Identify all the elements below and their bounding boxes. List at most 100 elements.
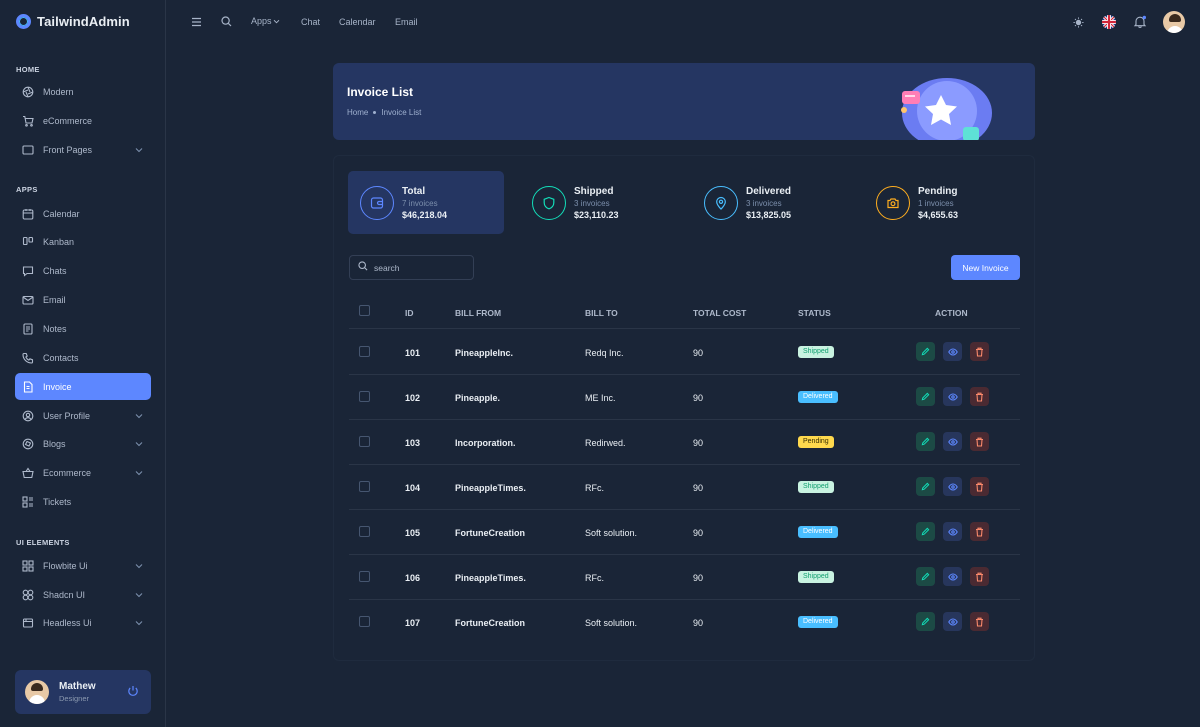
sun-icon[interactable] [1073, 17, 1084, 31]
view-button[interactable] [943, 477, 962, 496]
cell-bill-from: Incorporation. [455, 438, 516, 448]
search-icon[interactable] [221, 16, 232, 30]
topbar-avatar[interactable] [1163, 11, 1185, 33]
stat-shipped[interactable]: Shipped 3 invoices $23,110.23 [520, 171, 676, 234]
edit-button[interactable] [916, 567, 935, 586]
topbar-apps-link[interactable]: Apps [251, 16, 280, 26]
topbar-calendar-link[interactable]: Calendar [339, 17, 376, 27]
bell-icon[interactable] [1133, 15, 1147, 32]
sidebar-item-blogs[interactable]: Blogs [15, 430, 151, 457]
edit-button[interactable] [916, 387, 935, 406]
row-checkbox[interactable] [359, 571, 370, 582]
cell-total-cost: 90 [693, 393, 704, 403]
sidebar-item-kanban[interactable]: Kanban [15, 228, 151, 255]
logo[interactable]: TailwindAdmin [16, 14, 130, 29]
cell-bill-from: PineappleTimes. [455, 573, 526, 583]
delete-button[interactable] [970, 432, 989, 451]
sidebar-item-notes[interactable]: Notes [15, 315, 151, 342]
blog-icon [22, 438, 34, 450]
uk-flag-icon[interactable] [1102, 15, 1116, 32]
column-header-total-cost[interactable]: TOTAL COST [693, 308, 746, 318]
column-header-bill-from[interactable]: BILL FROM [455, 308, 501, 318]
stat-title: Pending [918, 185, 958, 197]
stat-title: Shipped [574, 185, 614, 197]
sidebar-item-label: Contacts [43, 352, 79, 363]
view-button[interactable] [943, 342, 962, 361]
column-header-status[interactable]: STATUS [798, 308, 831, 318]
view-button[interactable] [943, 522, 962, 541]
user-profile-card[interactable]: Mathew Designer [15, 670, 151, 714]
breadcrumb-home[interactable]: Home [347, 108, 368, 117]
delete-button[interactable] [970, 387, 989, 406]
window-icon [22, 144, 34, 156]
column-header-bill-to[interactable]: BILL TO [585, 308, 618, 318]
menu-icon[interactable] [191, 17, 202, 30]
table-row[interactable]: 107 FortuneCreation Soft solution. 90 Delive… [349, 600, 1020, 645]
sidebar-item-ecommerce-apps[interactable]: Ecommerce [15, 459, 151, 486]
row-checkbox[interactable] [359, 481, 370, 492]
cell-bill-to: ME Inc. [585, 393, 616, 403]
edit-button[interactable] [916, 477, 935, 496]
delete-button[interactable] [970, 342, 989, 361]
cell-id: 102 [405, 393, 421, 403]
user-icon [22, 410, 34, 422]
edit-button[interactable] [916, 432, 935, 451]
sidebar-item-modern[interactable]: Modern [15, 78, 151, 105]
table-row[interactable]: 105 FortuneCreation Soft solution. 90 Delive… [349, 510, 1020, 555]
sidebar-item-user-profile[interactable]: User Profile [15, 402, 151, 429]
sidebar-item-ecommerce[interactable]: eCommerce [15, 107, 151, 134]
sidebar-item-headless-ui[interactable]: Headless Ui [15, 609, 151, 636]
view-button[interactable] [943, 567, 962, 586]
sidebar-item-invoice[interactable]: Invoice [15, 373, 151, 400]
new-invoice-button[interactable]: New Invoice [951, 255, 1020, 280]
pencil-icon [921, 347, 930, 356]
topbar-chat-link[interactable]: Chat [301, 17, 320, 27]
sidebar-item-flowbite-ui[interactable]: Flowbite Ui [15, 552, 151, 579]
delete-button[interactable] [970, 612, 989, 631]
sidebar-item-front-pages[interactable]: Front Pages [15, 136, 151, 163]
pencil-icon [921, 392, 930, 401]
sidebar-item-tickets[interactable]: Tickets [15, 488, 151, 515]
pin-icon [704, 185, 738, 220]
status-badge: Pending [798, 436, 834, 448]
stat-pending[interactable]: Pending 1 invoices $4,655.63 [864, 171, 1020, 234]
table-row[interactable]: 106 PineappleTimes. RFc. 90 Shipped [349, 555, 1020, 600]
sidebar-item-email[interactable]: Email [15, 286, 151, 313]
table-row[interactable]: 104 PineappleTimes. RFc. 90 Shipped [349, 465, 1020, 510]
view-button[interactable] [943, 387, 962, 406]
sidebar-item-label: Kanban [43, 236, 75, 247]
search-input[interactable] [374, 262, 464, 273]
mail-icon [22, 294, 34, 306]
sidebar-item-shadcn-ui[interactable]: Shadcn UI [15, 581, 151, 608]
row-checkbox[interactable] [359, 391, 370, 402]
delete-button[interactable] [970, 567, 989, 586]
power-icon[interactable] [127, 685, 139, 700]
row-checkbox[interactable] [359, 526, 370, 537]
edit-button[interactable] [916, 342, 935, 361]
cell-id: 103 [405, 438, 421, 448]
stat-delivered[interactable]: Delivered 3 invoices $13,825.05 [692, 171, 848, 234]
delete-button[interactable] [970, 477, 989, 496]
sidebar-item-calendar[interactable]: Calendar [15, 200, 151, 227]
eye-icon [947, 392, 958, 401]
topbar-email-link[interactable]: Email [395, 17, 418, 27]
sidebar-item-contacts[interactable]: Contacts [15, 344, 151, 371]
row-checkbox[interactable] [359, 346, 370, 357]
select-all-checkbox[interactable] [359, 305, 370, 316]
stat-total[interactable]: Total 7 invoices $46,218.04 [348, 171, 504, 234]
edit-button[interactable] [916, 522, 935, 541]
sidebar-item-chats[interactable]: Chats [15, 257, 151, 284]
row-checkbox[interactable] [359, 616, 370, 627]
view-button[interactable] [943, 432, 962, 451]
sidebar-item-label: Ecommerce [43, 467, 92, 478]
row-checkbox[interactable] [359, 436, 370, 447]
table-row[interactable]: 101 PineappleInc. Redq Inc. 90 Shipped [349, 330, 1020, 375]
table-row[interactable]: 102 Pineapple. ME Inc. 90 Delivered [349, 375, 1020, 420]
table-row[interactable]: 103 Incorporation. Redirwed. 90 Pending [349, 420, 1020, 465]
chevron-down-icon [135, 439, 143, 449]
view-button[interactable] [943, 612, 962, 631]
edit-button[interactable] [916, 612, 935, 631]
column-header-id[interactable]: ID [405, 308, 414, 318]
delete-button[interactable] [970, 522, 989, 541]
cell-total-cost: 90 [693, 573, 704, 583]
